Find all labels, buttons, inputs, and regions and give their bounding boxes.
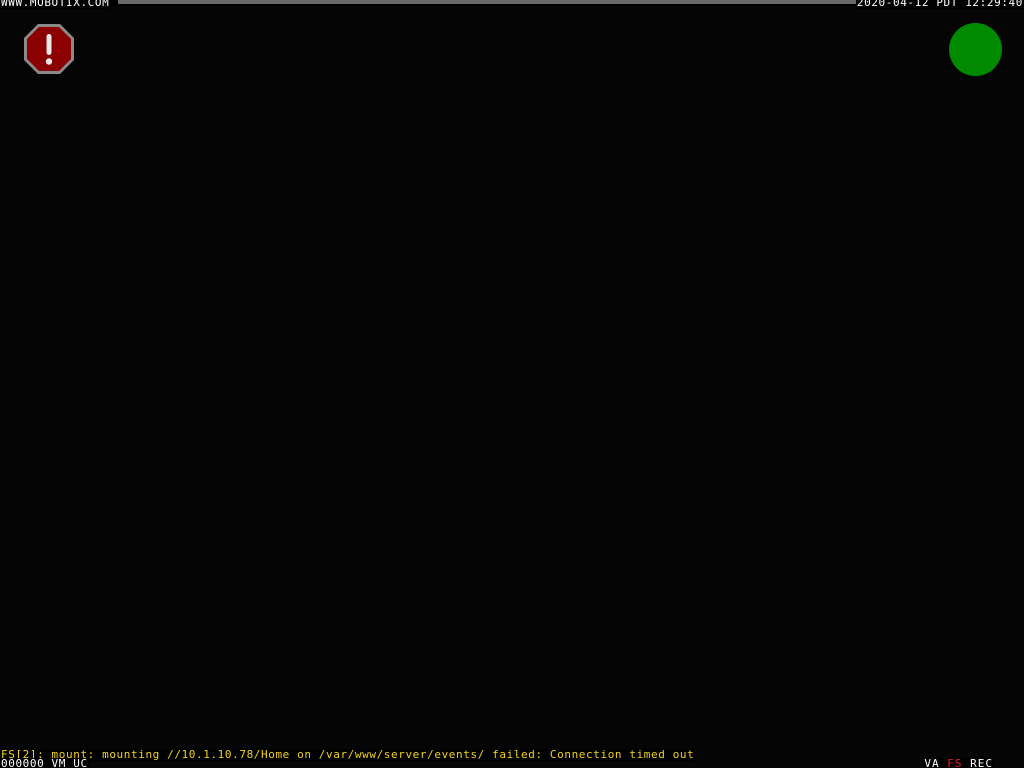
flag-va: VA (924, 757, 940, 768)
error-message: FS[2]: mount: mounting //10.1.10.78/Home… (0, 748, 696, 761)
status-flags: VA FS REC (923, 758, 994, 768)
stop-sign-exclamation-icon (24, 24, 74, 74)
flag-rec: REC (970, 757, 993, 768)
camera-view: WWW.MOBOTIX.COM 2020-04-12 PDT 12:29:40 … (0, 0, 1024, 768)
flag-fs: FS (947, 757, 963, 768)
frame-counter: 000000 VM UC (0, 757, 89, 768)
video-feed (0, 6, 1024, 748)
green-status-dot-icon (949, 23, 1002, 76)
timestamp: 2020-04-12 PDT 12:29:40 (855, 0, 1024, 9)
top-divider (118, 0, 856, 4)
site-label: WWW.MOBOTIX.COM (0, 0, 111, 9)
